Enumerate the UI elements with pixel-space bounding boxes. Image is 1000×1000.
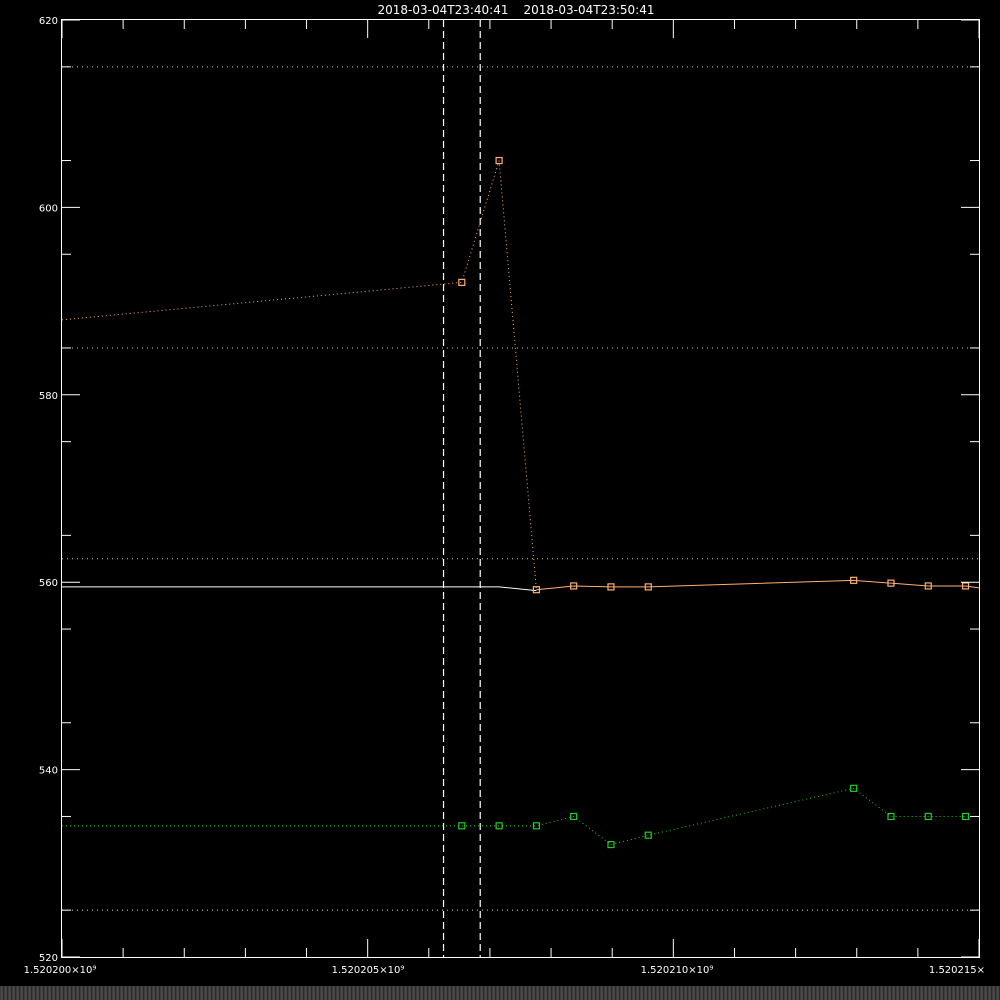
y-tick-label: 580: [39, 391, 58, 402]
x-tick-label: 1.520210×10⁹: [641, 965, 714, 976]
plot-area: 2018-03-04T23:40:41 2018-03-04T23:50:41 …: [24, 3, 985, 976]
y-tick-label: 620: [39, 16, 58, 27]
data-point: [458, 822, 466, 830]
y-tick-label: 520: [39, 953, 58, 964]
marker-layer: [458, 156, 970, 849]
series-line: [62, 787, 979, 846]
series-line: [61, 160, 500, 321]
x-axis: 1.520200×10⁹ 1.520205×10⁹ 1.520210×10⁹ 1.52…: [24, 20, 985, 976]
plot-frame: [61, 19, 980, 958]
time-markers: [442, 20, 481, 957]
series-line: [498, 160, 537, 590]
x-tick-label: 1.520200×10⁹: [24, 965, 97, 976]
data-point: [495, 822, 503, 830]
chart-title-start: 2018-03-04T23:40:41: [378, 3, 509, 17]
series-line: [536, 579, 980, 591]
y-tick-label: 560: [39, 578, 58, 589]
y-axis: 520 540 560 580 600 620: [39, 16, 979, 964]
bottom-noise-strip: [0, 986, 1000, 1000]
chart-title-end: 2018-03-04T23:50:41: [524, 3, 655, 17]
y-tick-label: 540: [39, 766, 58, 777]
y-tick-label: 600: [39, 203, 58, 214]
series-line: [62, 586, 537, 592]
data-point: [458, 278, 466, 286]
x-tick-label: 1.520205×10⁹: [332, 965, 405, 976]
x-tick-label: 1.520215×: [929, 965, 985, 976]
reference-hlines: [62, 66, 979, 911]
series-layer: [61, 160, 980, 846]
